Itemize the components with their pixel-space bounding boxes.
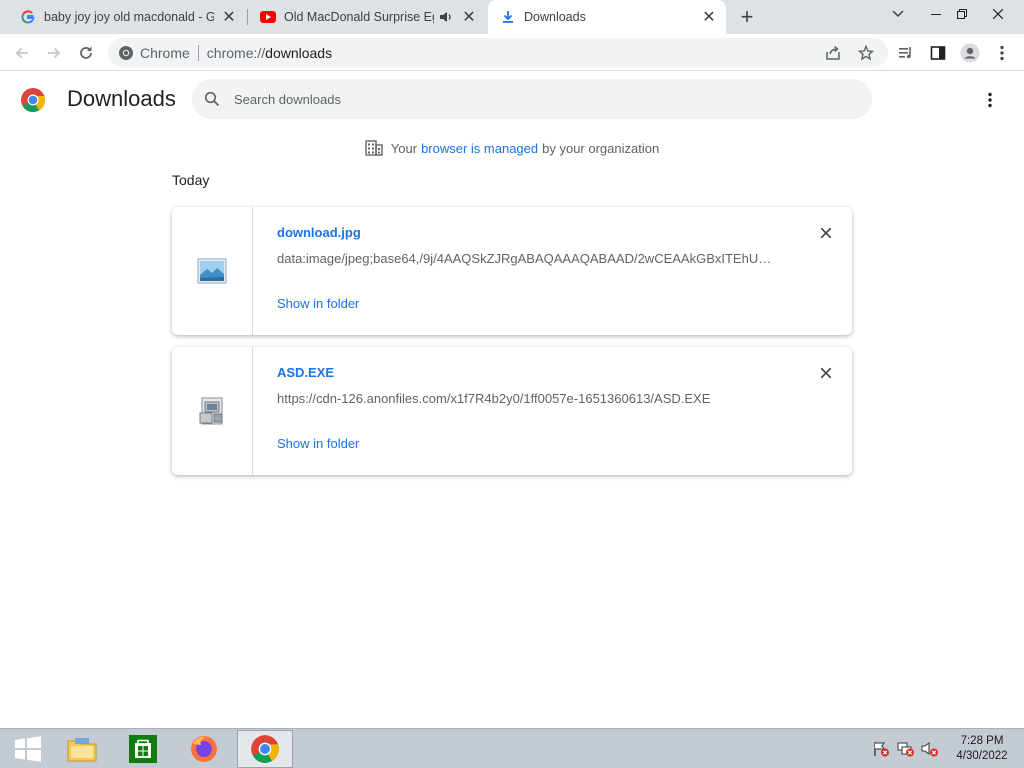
remove-download-button[interactable] xyxy=(816,363,836,383)
file-source-url[interactable]: https://cdn-126.anonfiles.com/x1f7R4b2y0… xyxy=(277,391,777,406)
managed-suffix: by your organization xyxy=(542,140,660,156)
firefox-icon xyxy=(191,736,217,762)
chrome-icon xyxy=(251,735,279,763)
taskbar: 7:28 PM 4/30/2022 xyxy=(0,728,1024,768)
close-icon[interactable]: ✕ xyxy=(700,8,718,26)
store-button[interactable] xyxy=(115,730,171,768)
managed-prefix: Your xyxy=(390,140,418,156)
restore-button[interactable] xyxy=(944,0,980,28)
start-button[interactable] xyxy=(0,730,56,768)
arrow-right-icon xyxy=(48,47,61,59)
browser-toolbar: Chrome chrome://downloads xyxy=(0,34,1024,71)
reload-icon xyxy=(80,46,92,59)
store-icon xyxy=(129,735,157,763)
file-explorer-button[interactable] xyxy=(54,730,110,768)
search-icon xyxy=(204,91,220,107)
back-button[interactable] xyxy=(8,39,36,67)
restore-icon xyxy=(957,9,967,19)
folder-icon xyxy=(67,738,97,762)
tab-downloads[interactable]: Downloads ✕ xyxy=(488,0,726,34)
action-center-flag-icon[interactable] xyxy=(872,741,890,757)
site-chip-label: Chrome xyxy=(140,44,190,61)
downloads-menu-button[interactable] xyxy=(978,88,1002,112)
chrome-logo-icon xyxy=(21,88,46,113)
managed-notice: Your browser is managed by your organiza… xyxy=(0,140,1024,156)
download-item: download.jpg data:image/jpeg;base64,/9j/… xyxy=(172,207,852,335)
reload-button[interactable] xyxy=(72,39,100,67)
chevron-down-icon xyxy=(892,10,904,18)
show-in-folder-link[interactable]: Show in folder xyxy=(277,296,359,311)
file-name-link[interactable]: download.jpg xyxy=(277,225,361,240)
file-icon-column xyxy=(172,207,253,335)
tab-youtube[interactable]: Old MacDonald Surprise Egg ✕ xyxy=(248,0,486,34)
chrome-taskbar-button[interactable] xyxy=(237,730,293,768)
address-bar[interactable]: Chrome chrome://downloads xyxy=(108,38,888,67)
minimize-icon xyxy=(931,14,941,15)
tab-search-button[interactable] xyxy=(880,0,916,28)
url-scheme: chrome:// xyxy=(206,44,266,61)
building-icon xyxy=(365,140,383,156)
image-file-icon xyxy=(197,258,227,284)
close-icon xyxy=(993,9,1003,19)
close-window-button[interactable] xyxy=(980,0,1016,28)
arrow-left-icon xyxy=(15,47,28,59)
side-panel-icon xyxy=(930,46,946,60)
kebab-menu-icon xyxy=(988,92,992,108)
side-panel-button[interactable] xyxy=(924,39,952,67)
date-heading: Today xyxy=(172,172,210,188)
avatar-icon xyxy=(960,43,980,63)
show-in-folder-link[interactable]: Show in folder xyxy=(277,436,359,451)
close-icon xyxy=(821,368,831,378)
star-icon[interactable] xyxy=(853,40,879,66)
browser-managed-link[interactable]: browser is managed xyxy=(421,141,538,156)
forward-button[interactable] xyxy=(40,39,68,67)
chrome-icon xyxy=(119,45,133,60)
tab-strip: baby joy joy old macdonald - Go ✕ Old Ma… xyxy=(0,0,1024,34)
share-icon[interactable] xyxy=(820,40,846,66)
downloads-header: Downloads Search downloads xyxy=(0,72,1024,126)
google-g-icon xyxy=(20,9,36,25)
volume-muted-icon[interactable] xyxy=(921,741,939,757)
new-tab-button[interactable]: + xyxy=(733,4,761,29)
kebab-menu-icon xyxy=(1000,45,1004,61)
system-clock[interactable]: 7:28 PM 4/30/2022 xyxy=(950,734,1014,764)
tab-title: Downloads xyxy=(524,10,586,24)
download-arrow-icon xyxy=(500,9,516,25)
clock-date: 4/30/2022 xyxy=(956,750,1008,762)
url-host: downloads xyxy=(265,44,333,61)
close-icon[interactable]: ✕ xyxy=(460,8,478,26)
executable-file-icon xyxy=(199,397,223,425)
profile-button[interactable] xyxy=(956,39,984,67)
media-queue-icon xyxy=(899,47,911,59)
file-icon-column xyxy=(172,347,253,475)
close-icon[interactable]: ✕ xyxy=(220,8,238,26)
file-name-link[interactable]: ASD.EXE xyxy=(277,365,334,380)
windows-logo-icon xyxy=(15,736,41,762)
speaker-icon[interactable] xyxy=(438,9,454,25)
close-icon xyxy=(821,228,831,238)
tab-google-search[interactable]: baby joy joy old macdonald - Go ✕ xyxy=(8,0,246,34)
download-item: ASD.EXE https://cdn-126.anonfiles.com/x1… xyxy=(172,347,852,475)
youtube-icon xyxy=(260,9,276,25)
search-downloads-field[interactable]: Search downloads xyxy=(192,79,872,119)
page-title: Downloads xyxy=(67,86,176,111)
search-placeholder: Search downloads xyxy=(234,91,341,107)
firefox-button[interactable] xyxy=(176,730,232,768)
network-icon[interactable] xyxy=(897,741,915,757)
media-control-button[interactable] xyxy=(892,39,920,67)
tab-title: baby joy joy old macdonald - Go xyxy=(44,10,214,24)
divider xyxy=(197,44,199,61)
tab-title: Old MacDonald Surprise Egg xyxy=(284,10,434,24)
chrome-menu-button[interactable] xyxy=(988,39,1016,67)
remove-download-button[interactable] xyxy=(816,223,836,243)
file-source-url[interactable]: data:image/jpeg;base64,/9j/4AAQSkZJRgABA… xyxy=(277,251,777,266)
clock-time: 7:28 PM xyxy=(960,735,1004,747)
